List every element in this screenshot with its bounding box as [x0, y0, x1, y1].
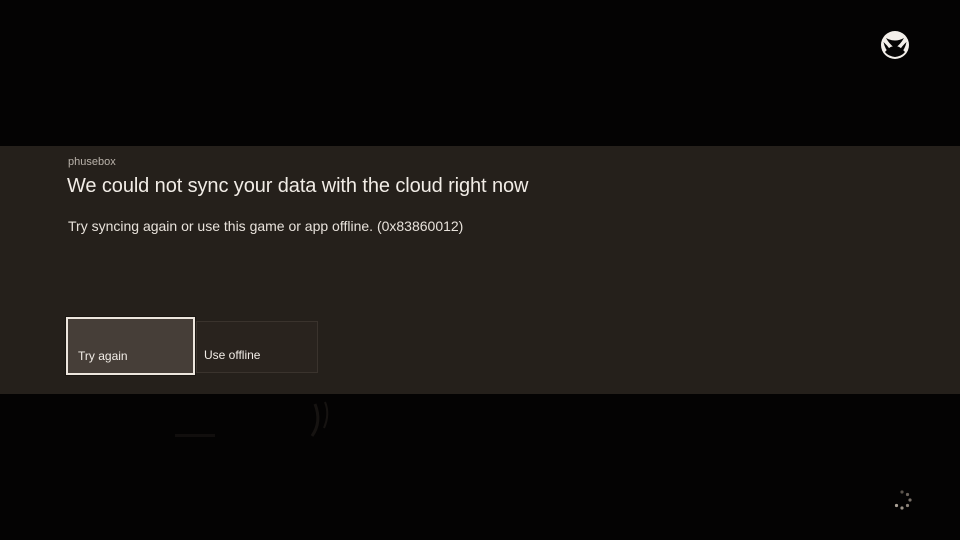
try-again-label: Try again: [78, 349, 128, 363]
loading-spinner-icon: [894, 490, 912, 510]
dialog-message: Try syncing again or use this game or ap…: [68, 218, 464, 234]
dialog-title: We could not sync your data with the clo…: [67, 175, 529, 197]
use-offline-label: Use offline: [204, 348, 261, 362]
app-name: phusebox: [68, 156, 116, 168]
try-again-button[interactable]: Try again: [66, 317, 195, 375]
use-offline-button[interactable]: Use offline: [196, 321, 318, 373]
error-screen: phusebox We could not sync your data wit…: [0, 0, 960, 540]
background-shapes: [175, 401, 329, 437]
xbox-logo-icon: [881, 31, 909, 59]
